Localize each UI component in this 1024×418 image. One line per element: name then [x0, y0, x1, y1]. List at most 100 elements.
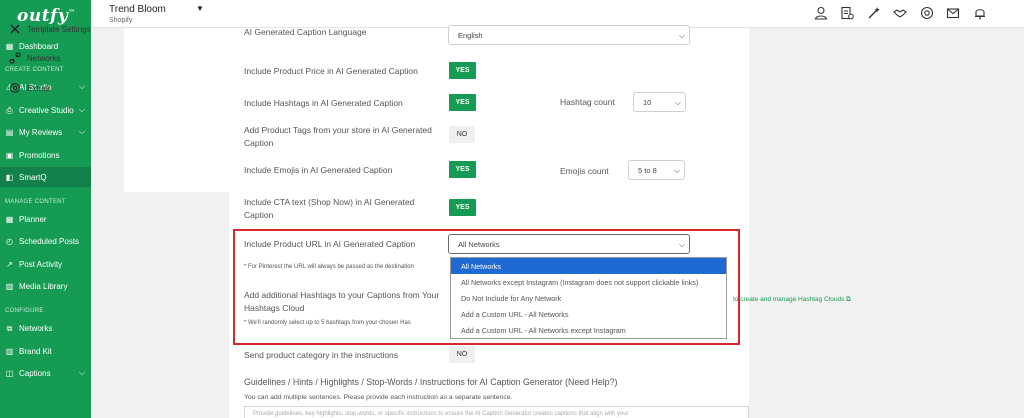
category-label: Send product category in the instruction…: [244, 350, 399, 360]
emojis-toggle[interactable]: YES: [449, 161, 476, 178]
url-option[interactable]: Add a Custom URL - All Networks: [451, 307, 726, 323]
caption-language-select[interactable]: English ⌵: [448, 25, 690, 45]
price-toggle[interactable]: YES: [449, 62, 476, 79]
top-bar: Trend Bloom ▼ Shopify: [91, 0, 1024, 28]
url-option[interactable]: All Networks: [451, 258, 726, 275]
sidebar-item-label: Brand Kit: [19, 346, 52, 356]
sidebar-item-label: Creative Studio: [19, 105, 74, 115]
sidebar-item-captions[interactable]: ◫ Captions ⌵: [0, 363, 91, 383]
url-option[interactable]: Do Not Include for Any Network: [451, 290, 726, 306]
caption-language-value: English: [458, 30, 483, 40]
user-icon[interactable]: [814, 6, 828, 20]
sidebar-item-label: Promotions: [19, 150, 60, 160]
sidebar-item-scheduled-posts[interactable]: ◴ Scheduled Posts: [0, 231, 91, 251]
cta-toggle[interactable]: YES: [449, 199, 476, 216]
smartq-icon: ◧: [5, 172, 14, 182]
sidebar-item-label: Media Library: [19, 281, 68, 291]
url-select-value: All Networks: [458, 239, 500, 249]
captions-icon: ◫: [5, 368, 14, 378]
sidebar-item-label: Planner: [19, 214, 47, 224]
template-settings-icon: [10, 24, 20, 34]
settings-subnav: [124, 28, 229, 192]
billing-icon[interactable]: [840, 6, 854, 20]
url-option[interactable]: All Networks except Instagram (Instagram…: [451, 274, 726, 290]
sidebar-item-media-library[interactable]: ▧ Media Library: [0, 276, 91, 296]
subnav-item-networks[interactable]: Networks: [9, 52, 60, 64]
hashtag-cloud-link-text: to create and manage Hashtag Clouds: [733, 296, 845, 303]
pinterest-note: * For Pinterest the URL will always be p…: [244, 264, 414, 270]
sidebar-item-label: Scheduled Posts: [19, 236, 80, 246]
outfy-logo[interactable]: outfy™: [17, 6, 76, 26]
brand-kit-icon: ▥: [5, 346, 14, 356]
section-create-content: CREATE CONTENT: [5, 67, 64, 73]
sidebar-item-label: Networks: [19, 323, 53, 333]
extras-icon: [10, 83, 20, 93]
external-link-icon: ⧉: [846, 296, 851, 303]
sidebar-item-label: Post Activity: [19, 259, 63, 269]
sidebar-item-brand-kit[interactable]: ▥ Brand Kit: [0, 341, 91, 361]
magic-icon[interactable]: [867, 6, 881, 20]
store-platform: Shopify: [109, 17, 133, 24]
scheduled-posts-icon: ◴: [6, 236, 13, 246]
chevron-down-icon: ⌵: [78, 82, 85, 91]
sidebar-item-label: Captions: [19, 368, 51, 378]
chevron-down-icon: ⌵: [674, 98, 681, 107]
chevron-down-icon: ⌵: [78, 368, 85, 377]
hashtag-cloud-link[interactable]: to create and manage Hashtag Clouds ⧉: [733, 296, 851, 304]
emojis-count-value: 5 to 8: [638, 165, 657, 175]
section-manage-content: MANAGE CONTENT: [5, 199, 66, 205]
emojis-count-label: Emojis count: [560, 166, 609, 176]
hashtag-count-value: 10: [643, 97, 652, 107]
hashtag-cloud-label: Add additional Hashtags to your Captions…: [244, 290, 440, 313]
sidebar-item-promotions[interactable]: ▣ Promotions: [0, 145, 91, 165]
sidebar-item-networks[interactable]: ⧉ Networks: [0, 318, 91, 338]
tags-label: Add Product Tags from your store in AI G…: [244, 125, 432, 148]
networks-icon: ⧉: [6, 323, 13, 333]
support-icon[interactable]: [920, 6, 934, 20]
section-configure: CONFIGURE: [5, 308, 44, 314]
tags-toggle[interactable]: NO: [449, 126, 475, 143]
handshake-icon[interactable]: [893, 6, 907, 20]
inbox-icon[interactable]: [946, 6, 960, 20]
post-activity-icon: ↗: [6, 259, 13, 269]
networks-icon: [9, 52, 21, 64]
url-dropdown-list: All Networks All Networks except Instagr…: [450, 257, 727, 339]
subnav-item-label: Template Settings: [27, 24, 91, 34]
sidebar-item-smartq[interactable]: ◧ SmartQ: [0, 167, 91, 187]
subnav-item-label: Networks: [27, 53, 61, 63]
hashtags-label: Include Hashtags in AI Generated Caption: [244, 98, 403, 108]
creative-studio-icon: ⎙: [6, 105, 13, 115]
emojis-label: Include Emojis in AI Generated Caption: [244, 165, 393, 175]
sidebar-item-planner[interactable]: ▦ Planner: [0, 209, 91, 229]
sidebar-item-label: Dashboard: [19, 41, 59, 51]
hashtags-toggle[interactable]: YES: [449, 94, 476, 111]
sidebar-item-label: My Reviews: [19, 127, 63, 137]
notifications-icon[interactable]: [973, 6, 987, 20]
reviews-icon: ▤: [5, 127, 14, 137]
guidelines-label: Guidelines / Hints / Highlights / Stop-W…: [244, 377, 618, 387]
store-name[interactable]: Trend Bloom: [109, 4, 166, 15]
sidebar-item-my-reviews[interactable]: ▤ My Reviews ⌵: [0, 122, 91, 142]
hashtag-count-select[interactable]: 10 ⌵: [633, 92, 686, 112]
hashtag-cloud-note: * We'll randomly select up to 5 hashtags…: [244, 320, 411, 326]
hashtag-count-label: Hashtag count: [560, 97, 615, 107]
subnav-item-extras[interactable]: Extras: [9, 82, 50, 94]
chevron-down-icon: ⌵: [678, 31, 685, 40]
caption-language-label: AI Generated Caption Language: [244, 27, 367, 37]
sidebar-item-post-activity[interactable]: ↗ Post Activity: [0, 254, 91, 274]
chevron-down-icon: ⌵: [678, 240, 685, 249]
category-toggle[interactable]: NO: [449, 346, 475, 363]
subnav-item-template-settings[interactable]: Template Settings: [9, 24, 91, 34]
sidebar-item-creative-studio[interactable]: ⎙ Creative Studio ⌵: [0, 100, 91, 120]
chevron-down-icon: ⌵: [78, 127, 85, 136]
url-select[interactable]: All Networks ⌵: [448, 234, 690, 254]
price-label: Include Product Price in AI Generated Ca…: [244, 66, 418, 76]
emojis-count-select[interactable]: 5 to 8 ⌵: [628, 160, 685, 180]
sidebar-item-label: SmartQ: [19, 172, 47, 182]
chevron-down-icon: ⌵: [78, 105, 85, 114]
store-switcher-caret-icon[interactable]: ▼: [196, 4, 204, 13]
subnav-item-label: Extras: [27, 83, 50, 93]
url-option[interactable]: Add a Custom URL - All Networks except I…: [451, 323, 726, 339]
guidelines-textarea[interactable]: Provide guidelines, key highlights, stop…: [244, 406, 749, 418]
chevron-down-icon: ⌵: [673, 166, 680, 175]
